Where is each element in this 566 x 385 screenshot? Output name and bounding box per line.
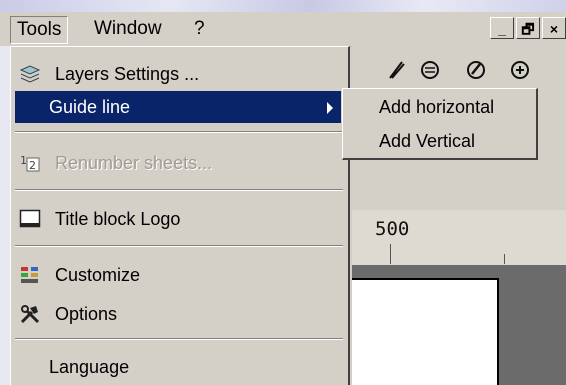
submenu-item-add-horizontal[interactable]: Add horizontal	[343, 91, 535, 123]
layers-icon	[19, 64, 41, 84]
pen-circle-icon[interactable]	[464, 58, 488, 82]
menu-separator	[15, 245, 343, 247]
ruler-tick	[390, 244, 391, 264]
svg-text:1: 1	[20, 154, 27, 167]
close-button[interactable]: ×	[542, 17, 566, 39]
renumber-icon: 12	[19, 153, 41, 173]
customize-icon	[19, 265, 41, 285]
minimize-button[interactable]: _	[490, 17, 514, 39]
drawing-sheet[interactable]	[352, 278, 499, 385]
menu-separator	[15, 131, 343, 133]
svg-text:2: 2	[29, 159, 36, 172]
menu-item-language[interactable]: Language	[15, 351, 341, 383]
window-background-strip	[0, 0, 566, 12]
submenu-arrow-icon	[327, 102, 333, 114]
title-block-icon	[19, 209, 41, 229]
menu-bar: Tools Window ? _ 🗗 ×	[0, 12, 566, 47]
tools-menu: Layers Settings ... Guide line 12 Renumb…	[10, 46, 350, 385]
restore-button[interactable]: 🗗	[516, 17, 540, 39]
menu-separator	[15, 338, 343, 340]
horizontal-ruler: 500	[352, 210, 566, 266]
menu-item-title-block-logo[interactable]: Title block Logo	[15, 203, 341, 235]
guide-line-submenu: Add horizontal Add Vertical	[342, 88, 538, 160]
menu-item-options[interactable]: Options	[15, 298, 341, 330]
submenu-item-add-vertical[interactable]: Add Vertical	[343, 125, 535, 157]
ruler-tick	[504, 254, 505, 264]
menu-item-customize[interactable]: Customize	[15, 259, 341, 291]
menu-help[interactable]: ?	[188, 16, 211, 42]
drawing-toolbar	[352, 46, 566, 92]
menu-item-renumber-sheets: 12 Renumber sheets...	[19, 153, 213, 173]
menu-item-layers-settings[interactable]: Layers Settings ...	[15, 58, 341, 90]
menu-item-guide-line[interactable]: Guide line	[15, 91, 341, 123]
menu-tools[interactable]: Tools	[10, 16, 69, 44]
window-controls: _ 🗗 ×	[490, 17, 566, 41]
options-icon	[19, 304, 41, 324]
ruler-label: 500	[375, 218, 410, 240]
circle-tool-icon[interactable]	[418, 58, 442, 82]
pencil-icon[interactable]	[384, 58, 408, 82]
menu-window[interactable]: Window	[88, 16, 168, 42]
menu-separator	[15, 189, 343, 191]
drawing-canvas[interactable]	[352, 265, 566, 385]
zoom-in-icon[interactable]	[508, 58, 532, 82]
